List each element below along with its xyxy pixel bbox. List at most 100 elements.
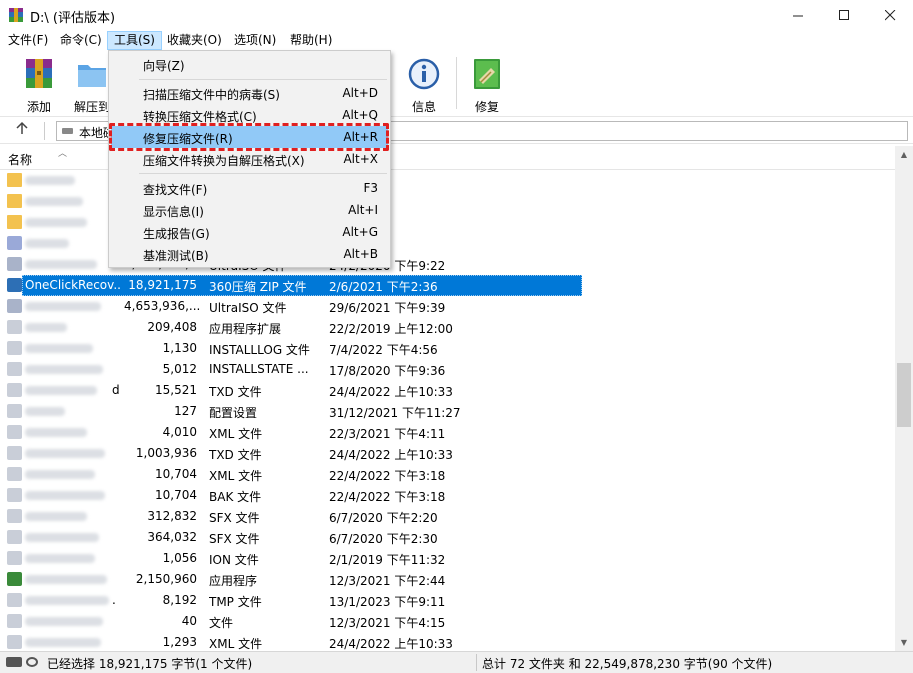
menu-item-shortcut: Alt+B — [343, 247, 378, 261]
drive-icon — [62, 128, 73, 134]
toolbar-separator — [456, 57, 457, 109]
file-icon — [7, 320, 22, 334]
file-size: 15,521 — [155, 383, 197, 397]
menu-item-show-info[interactable]: 显示信息(I) Alt+I — [111, 199, 388, 221]
table-row[interactable]: 312,832 SFX 文件 6/7/2020 下午2:20 — [0, 506, 895, 527]
table-row[interactable]: 127 配置设置 31/12/2021 下午11:27 — [0, 401, 895, 422]
file-name-tail: . — [112, 593, 116, 607]
menu-item-find[interactable]: 查找文件(F) F3 — [111, 177, 388, 199]
menu-favorites[interactable]: 收藏夹(O) — [161, 31, 228, 50]
status-divider — [476, 654, 477, 671]
close-button[interactable] — [867, 0, 913, 30]
file-date: 12/3/2021 下午2:44 — [329, 574, 446, 588]
file-size: 10,704 — [155, 488, 197, 502]
menu-file[interactable]: 文件(F) — [2, 31, 54, 50]
close-icon — [884, 9, 895, 20]
file-name-redacted — [25, 596, 109, 605]
table-row[interactable]: 40 文件 12/3/2021 下午4:15 — [0, 611, 895, 632]
table-row[interactable]: 1,056 ION 文件 2/1/2019 下午11:32 — [0, 548, 895, 569]
table-row[interactable]: 2,150,960 应用程序 12/3/2021 下午2:44 — [0, 569, 895, 590]
menu-item-scan-virus[interactable]: 扫描压缩文件中的病毒(S) Alt+D — [111, 82, 388, 104]
drive-status-icon — [6, 657, 22, 667]
file-type: TXD 文件 — [209, 385, 262, 399]
table-row[interactable]: OneClickRecov... 18,921,175 360压缩 ZIP 文件 2/… — [0, 275, 895, 296]
scroll-down-icon[interactable]: ▼ — [895, 634, 913, 651]
info-button[interactable]: 信息 — [398, 55, 450, 114]
file-name-redacted — [25, 323, 67, 332]
menu-separator — [139, 173, 387, 174]
menu-item-label: 向导(Z) — [143, 59, 185, 73]
table-row[interactable]: 1,003,936 TXD 文件 24/4/2022 上午10:33 — [0, 443, 895, 464]
archive-add-icon — [26, 59, 52, 88]
file-icon — [7, 509, 22, 523]
file-type: 配置设置 — [209, 406, 258, 420]
arrow-up-icon — [16, 121, 28, 134]
table-row[interactable]: 4,010 XML 文件 22/3/2021 下午4:11 — [0, 422, 895, 443]
add-button[interactable]: 添加 — [13, 55, 65, 114]
table-row[interactable]: 10,704 XML 文件 22/4/2022 下午3:18 — [0, 464, 895, 485]
info-icon — [408, 58, 440, 90]
maximize-button[interactable] — [821, 0, 867, 30]
menu-options[interactable]: 选项(N) — [228, 31, 282, 50]
file-icon — [7, 635, 22, 649]
title-bar: D:\ (评估版本) — [0, 0, 913, 30]
menu-commands[interactable]: 命令(C) — [54, 31, 108, 50]
minimize-icon — [792, 15, 803, 16]
file-type: BAK 文件 — [209, 490, 262, 504]
table-row[interactable]: 5,012 INSTALLSTATE ... 17/8/2020 下午9:36 — [0, 359, 895, 380]
file-size: 5,012 — [162, 362, 197, 376]
menu-item-label: 压缩文件转换为自解压格式(X) — [143, 154, 305, 168]
file-date: 24/4/2022 上午10:33 — [329, 385, 453, 399]
file-date: 31/12/2021 下午11:27 — [329, 406, 461, 420]
file-size: 312,832 — [147, 509, 197, 523]
file-type: TXD 文件 — [209, 448, 262, 462]
file-date: 6/7/2020 下午2:30 — [329, 532, 438, 546]
table-row[interactable]: 1,130 INSTALLLOG 文件 7/4/2022 下午4:56 — [0, 338, 895, 359]
file-size: 10,704 — [155, 467, 197, 481]
file-icon — [7, 551, 22, 565]
up-folder-button[interactable] — [12, 121, 32, 141]
file-size: 1,293 — [162, 635, 197, 649]
file-type: XML 文件 — [209, 469, 263, 483]
menu-tools[interactable]: 工具(S) — [107, 31, 162, 50]
scroll-thumb[interactable] — [897, 363, 911, 427]
folder-icon — [7, 215, 22, 229]
file-type: 应用程序 — [209, 574, 258, 588]
file-date: 13/1/2023 下午9:11 — [329, 595, 446, 609]
annotation-highlight-box — [109, 123, 389, 151]
repair-button[interactable]: 修复 — [461, 55, 513, 114]
file-name-redacted — [25, 365, 103, 374]
file-date: 17/8/2020 下午9:36 — [329, 364, 446, 378]
window-title: D:\ (评估版本) — [30, 11, 116, 26]
file-type: XML 文件 — [209, 427, 263, 441]
file-date: 24/4/2022 上午10:33 — [329, 637, 453, 651]
file-icon — [7, 467, 22, 481]
minimize-button[interactable] — [775, 0, 821, 30]
table-row[interactable]: 10,704 BAK 文件 22/4/2022 下午3:18 — [0, 485, 895, 506]
file-date: 2/1/2019 下午11:32 — [329, 553, 446, 567]
table-row[interactable]: 4,653,936,... UltraISO 文件 29/6/2021 下午9:39 — [0, 296, 895, 317]
file-size: 1,130 — [162, 341, 197, 355]
menu-help[interactable]: 帮助(H) — [284, 31, 338, 50]
vertical-scrollbar[interactable]: ▲ ▼ — [895, 146, 913, 651]
file-icon — [7, 341, 22, 355]
menu-item-convert-sfx[interactable]: 压缩文件转换为自解压格式(X) Alt+X — [111, 148, 388, 170]
table-row[interactable]: 364,032 SFX 文件 6/7/2020 下午2:30 — [0, 527, 895, 548]
info-label: 信息 — [411, 100, 436, 114]
table-row[interactable]: . 8,192 TMP 文件 13/1/2023 下午9:11 — [0, 590, 895, 611]
scroll-up-icon[interactable]: ▲ — [895, 146, 913, 163]
file-date: 22/4/2022 下午3:18 — [329, 490, 446, 504]
folder-icon — [7, 173, 22, 187]
column-name-header[interactable]: 名称 — [8, 151, 32, 168]
file-icon — [7, 257, 22, 271]
file-type: SFX 文件 — [209, 532, 260, 546]
file-icon — [7, 362, 22, 376]
table-row[interactable]: 1,293 XML 文件 24/4/2022 上午10:33 — [0, 632, 895, 651]
menu-item-label: 扫描压缩文件中的病毒(S) — [143, 88, 280, 102]
menu-item-shortcut: Alt+I — [348, 203, 378, 217]
table-row[interactable]: 209,408 应用程序扩展 22/2/2019 上午12:00 — [0, 317, 895, 338]
menu-item-report[interactable]: 生成报告(G) Alt+G — [111, 221, 388, 243]
menu-item-benchmark[interactable]: 基准测试(B) Alt+B — [111, 243, 388, 265]
menu-item-wizard[interactable]: 向导(Z) — [111, 53, 388, 75]
table-row[interactable]: d 15,521 TXD 文件 24/4/2022 上午10:33 — [0, 380, 895, 401]
